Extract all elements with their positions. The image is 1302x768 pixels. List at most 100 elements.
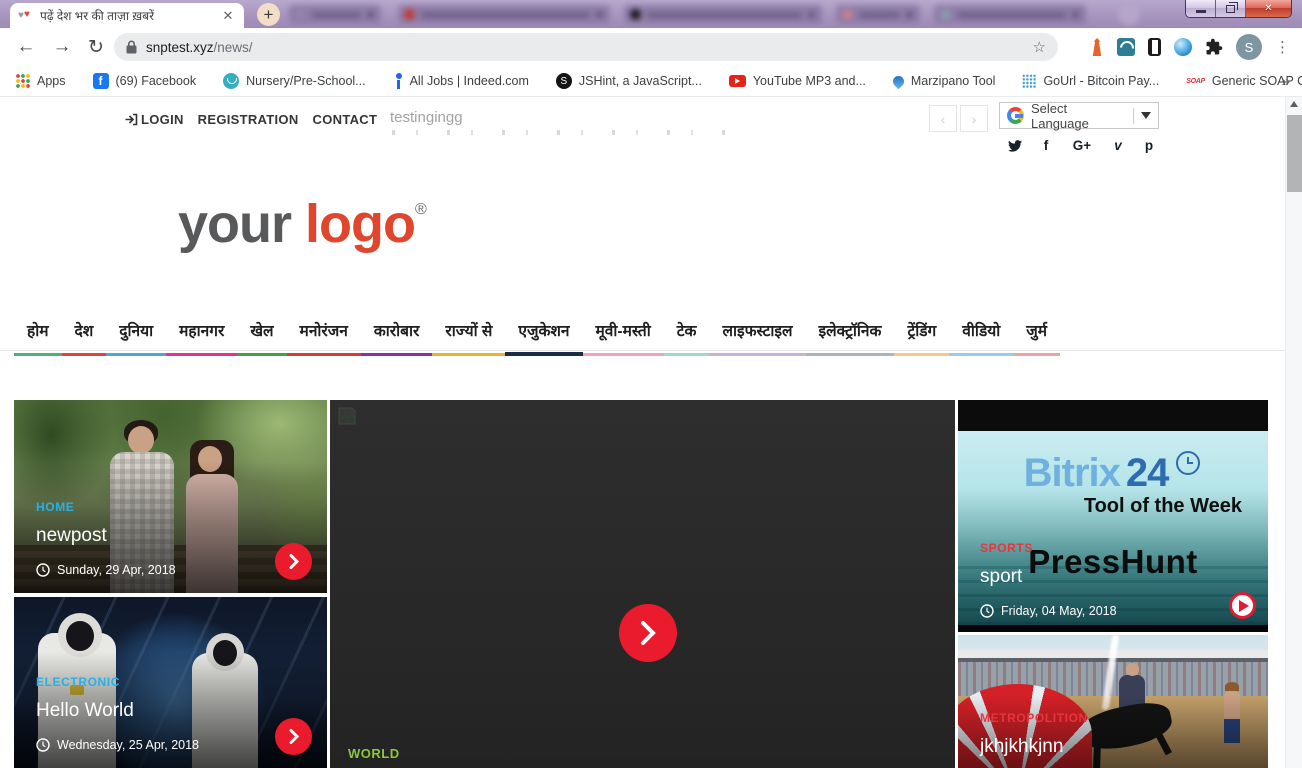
nav-item-electronic[interactable]: इलेक्ट्रॉनिक — [806, 309, 895, 356]
card-category[interactable]: METROPOLITION — [980, 711, 1198, 725]
soap-icon: SOAP — [1186, 78, 1205, 85]
scrollbar-up-arrow[interactable] — [1290, 101, 1298, 107]
card-title[interactable]: Hello World — [36, 700, 257, 722]
login-link[interactable]: LOGIN — [125, 112, 184, 127]
ticker-next-button[interactable]: › — [960, 105, 988, 132]
card-category[interactable]: WORLD — [348, 746, 400, 761]
broken-image-icon — [338, 407, 360, 425]
bookmark-nursery[interactable]: Nursery/Pre-School... — [223, 73, 365, 89]
bookmark-indeed[interactable]: All Jobs | Indeed.com — [393, 73, 529, 89]
nav-item-jurm[interactable]: जुर्म — [1013, 309, 1060, 356]
nav-item-movie-masti[interactable]: मूवी-मस्ती — [583, 309, 664, 356]
nav-item-khel[interactable]: खेल — [237, 309, 286, 356]
lighthouse-extension-icon[interactable] — [1090, 38, 1104, 56]
card-title[interactable]: newpost — [36, 525, 257, 547]
google-translate-select[interactable]: Select Language — [999, 102, 1159, 129]
tab-close-icon[interactable]: ✕ — [220, 8, 236, 24]
restore-button[interactable] — [1216, 0, 1246, 17]
extensions-row: S ⋮ — [1090, 28, 1290, 66]
indeed-icon — [393, 73, 403, 89]
chrome-menu-icon[interactable]: ⋮ — [1275, 38, 1290, 56]
bookmark-facebook[interactable]: f(69) Facebook — [93, 73, 197, 89]
address-bar[interactable]: snptest.xyz/news/ ☆ — [114, 33, 1058, 61]
bookmark-youtube[interactable]: YouTube MP3 and... — [729, 74, 866, 88]
facebook-social-icon[interactable]: f — [1039, 138, 1053, 153]
wave-extension-icon[interactable] — [1117, 38, 1135, 56]
background-tab[interactable] — [624, 5, 822, 24]
nav-item-lifestyle[interactable]: लाइफस्टाइल — [709, 309, 805, 356]
phone-extension-icon[interactable] — [1148, 38, 1161, 56]
nav-item-rajyon-se[interactable]: राज्यों से — [432, 309, 505, 356]
nav-item-manoranjan[interactable]: मनोरंजन — [287, 309, 361, 356]
close-button[interactable]: ✕ — [1246, 0, 1291, 17]
nav-item-karobar[interactable]: कारोबार — [361, 309, 432, 356]
video-play-button[interactable] — [1229, 592, 1256, 619]
card-date: Sunday, 29 Apr, 2018 — [36, 563, 257, 577]
news-card-electronic[interactable]: ELECTRONIC Hello World Wednesday, 25 Apr… — [14, 597, 327, 768]
news-card-home[interactable]: HOME newpost Sunday, 29 Apr, 2018 — [14, 400, 327, 593]
nav-item-duniya[interactable]: दुनिया — [106, 309, 166, 356]
card-category[interactable]: HOME — [36, 500, 257, 514]
bookmark-apps[interactable]: Apps — [16, 74, 66, 88]
reload-button[interactable]: ↻ — [84, 35, 108, 59]
twitter-icon[interactable] — [1008, 140, 1022, 152]
clipped-ticker-line — [392, 130, 737, 135]
background-tab[interactable] — [398, 5, 610, 24]
nav-item-desh[interactable]: देश — [62, 309, 107, 356]
main-navigation: होम देश दुनिया महानगर खेल मनोरंजन कारोबा… — [14, 309, 1272, 356]
card-arrow-button[interactable] — [275, 543, 312, 580]
bookmark-jshint[interactable]: SJSHint, a JavaScript... — [556, 73, 702, 89]
dark-slide — [330, 400, 955, 768]
new-tab-button[interactable]: + — [257, 3, 280, 26]
scrollbar-thumb[interactable] — [1287, 115, 1302, 192]
bookmark-marzipano[interactable]: Marzipano Tool — [893, 74, 996, 88]
registration-link[interactable]: REGISTRATION — [198, 112, 299, 127]
forward-button[interactable]: → — [50, 35, 74, 59]
contact-link[interactable]: CONTACT — [313, 112, 378, 127]
tab-strip: ♥♥ पढ़ें देश भर की ताज़ा ख़बरें ✕ + ✕ — [0, 0, 1302, 28]
gourl-icon — [1022, 74, 1036, 88]
bookmark-gourl[interactable]: GoUrl - Bitcoin Pay... — [1022, 74, 1159, 88]
ticker-prev-button[interactable]: ‹ — [929, 105, 957, 132]
minimize-button[interactable] — [1186, 0, 1216, 17]
clock-icon — [36, 563, 50, 577]
puzzle-extensions-icon[interactable] — [1205, 38, 1223, 56]
active-tab-title: पढ़ें देश भर की ताज़ा ख़बरें — [40, 7, 214, 24]
facebook-icon: f — [93, 73, 109, 89]
back-button[interactable]: ← — [14, 35, 38, 59]
card-title[interactable]: jkhjkhkjnn — [980, 736, 1198, 758]
googleplus-social-icon[interactable]: G+ — [1070, 138, 1094, 153]
nav-item-tech[interactable]: टेक — [664, 309, 710, 356]
card-arrow-button[interactable] — [275, 718, 312, 755]
nursery-icon — [223, 73, 239, 89]
card-title[interactable]: sport — [980, 566, 1198, 588]
nav-item-trending[interactable]: ट्रेंडिंग — [894, 309, 949, 356]
nav-item-video[interactable]: वीडियो — [949, 309, 1013, 356]
card-category[interactable]: ELECTRONIC — [36, 675, 257, 689]
page-scrollbar[interactable] — [1285, 97, 1302, 768]
active-tab[interactable]: ♥♥ पढ़ें देश भर की ताज़ा ख़बरें ✕ — [10, 3, 244, 28]
news-card-metropolition[interactable]: METROPOLITION jkhjkhkjnn — [958, 635, 1268, 768]
card-category[interactable]: SPORTS — [980, 541, 1198, 555]
card-date: Wednesday, 25 Apr, 2018 — [36, 738, 257, 752]
slide-next-button[interactable] — [619, 604, 677, 662]
site-logo[interactable]: your logo® — [178, 197, 426, 251]
nav-item-education[interactable]: एजुकेशन — [505, 309, 582, 356]
marzipano-icon — [891, 73, 907, 89]
nav-item-home[interactable]: होम — [14, 309, 62, 356]
bookmark-star-icon[interactable]: ☆ — [1033, 38, 1046, 56]
news-card-sports[interactable]: Bitrix24 Tool of the Week PressHunt SPOR… — [958, 400, 1268, 632]
bookmarks-overflow-chevron[interactable]: » — [1282, 73, 1290, 90]
nav-item-mahanagar[interactable]: महानगर — [166, 309, 237, 356]
background-tab[interactable] — [934, 5, 1086, 24]
background-tab[interactable] — [1118, 3, 1140, 25]
profile-avatar[interactable]: S — [1236, 34, 1262, 60]
swirl-extension-icon[interactable] — [1174, 38, 1192, 56]
background-tab[interactable] — [289, 5, 381, 24]
url-path: /news/ — [214, 40, 253, 55]
pinterest-social-icon[interactable]: p — [1142, 138, 1156, 153]
news-card-world[interactable]: WORLD — [330, 400, 955, 768]
background-tab[interactable] — [836, 5, 920, 24]
vimeo-social-icon[interactable]: v — [1111, 138, 1125, 153]
bookmarks-bar: Apps f(69) Facebook Nursery/Pre-School..… — [0, 66, 1302, 97]
